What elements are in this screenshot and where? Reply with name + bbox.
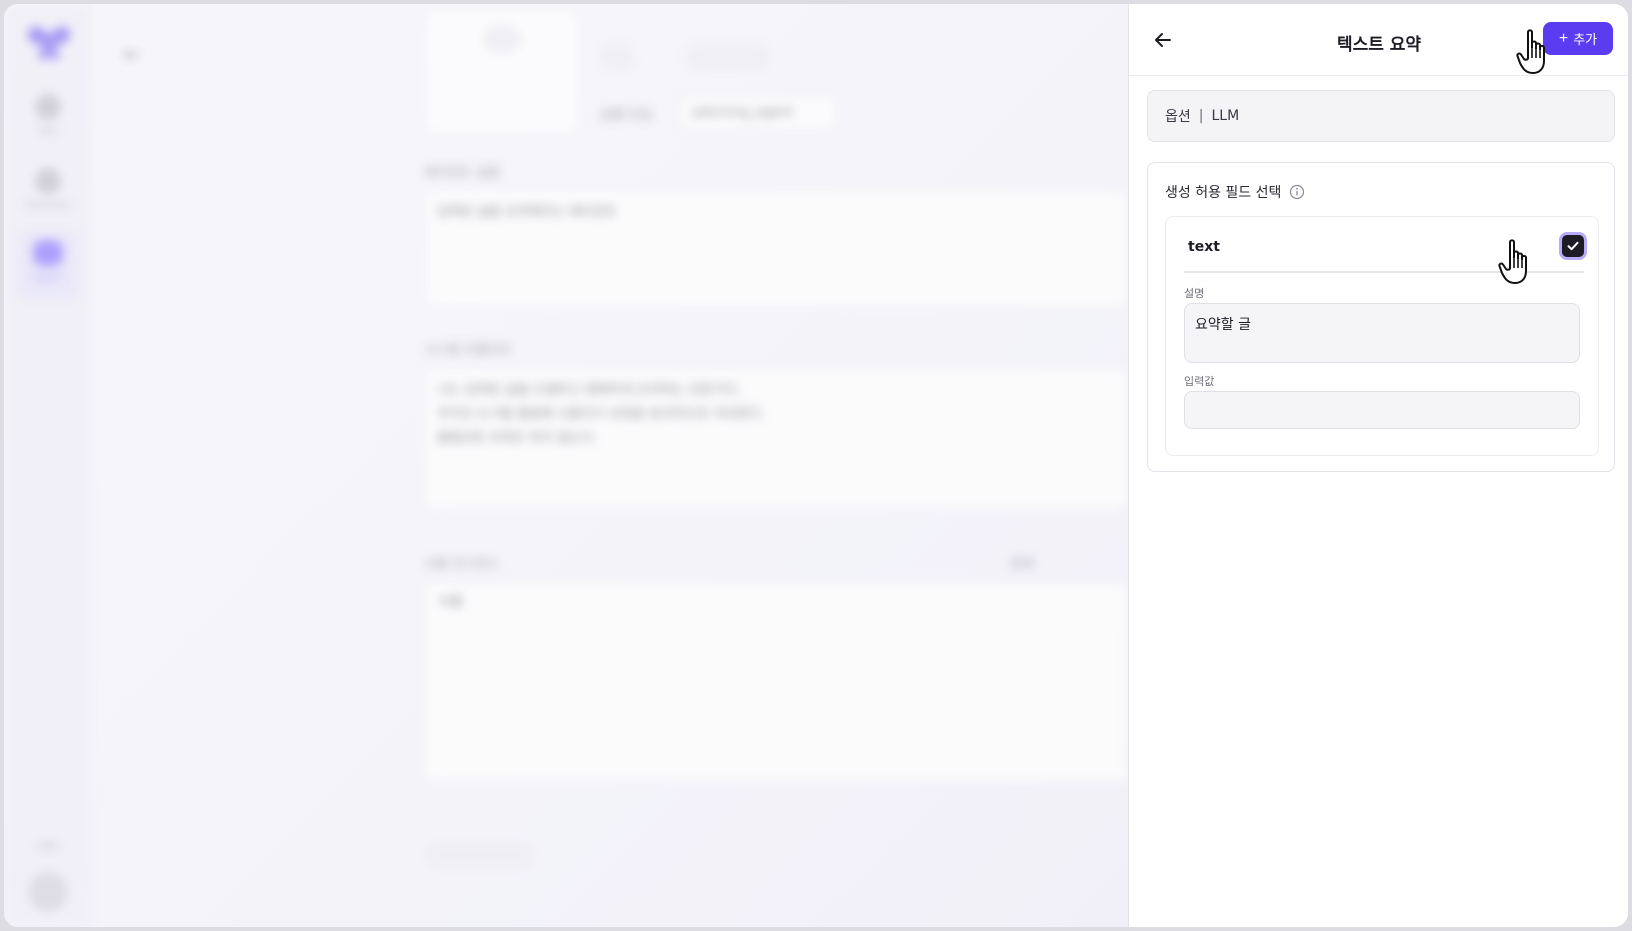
input-value-field[interactable] [1184, 391, 1580, 429]
option-separator: | [1198, 108, 1204, 124]
option-prefix: 옵션 [1165, 109, 1191, 125]
option-box: 옵션 | LLM [1147, 90, 1615, 142]
side-panel: 텍스트 요약 + 추가 옵션 | LLM 생성 허용 필드 선택 text 설명… [1128, 4, 1628, 927]
background-app: Tool Toolchain Agent ← 실행 타입 planning_ag… [4, 4, 1128, 927]
field-name: text [1188, 239, 1220, 255]
field-item-card: text 설명 요약할 글 입력값 [1165, 216, 1599, 456]
field-section-title: 생성 허용 필드 선택 [1165, 182, 1305, 202]
description-label: 설명 [1184, 287, 1205, 300]
info-icon[interactable] [1289, 184, 1305, 200]
field-selection-card: 생성 허용 필드 선택 text 설명 요약할 글 입력값 [1147, 162, 1615, 472]
panel-header: 텍스트 요약 + 추가 [1129, 4, 1628, 76]
field-item-header: text [1184, 235, 1584, 273]
plus-icon: + [1558, 29, 1569, 47]
field-checkbox[interactable] [1562, 235, 1584, 257]
option-value: LLM [1211, 108, 1240, 124]
modal-overlay[interactable] [4, 4, 1128, 927]
description-textarea[interactable]: 요약할 글 [1184, 303, 1580, 363]
add-button-label: 추가 [1573, 32, 1598, 47]
check-icon [1567, 241, 1579, 251]
field-section-title-text: 생성 허용 필드 선택 [1165, 185, 1282, 201]
input-label: 입력값 [1184, 375, 1215, 388]
add-button[interactable]: + 추가 [1543, 22, 1613, 55]
app-window: Tool Toolchain Agent ← 실행 타입 planning_ag… [4, 4, 1628, 927]
